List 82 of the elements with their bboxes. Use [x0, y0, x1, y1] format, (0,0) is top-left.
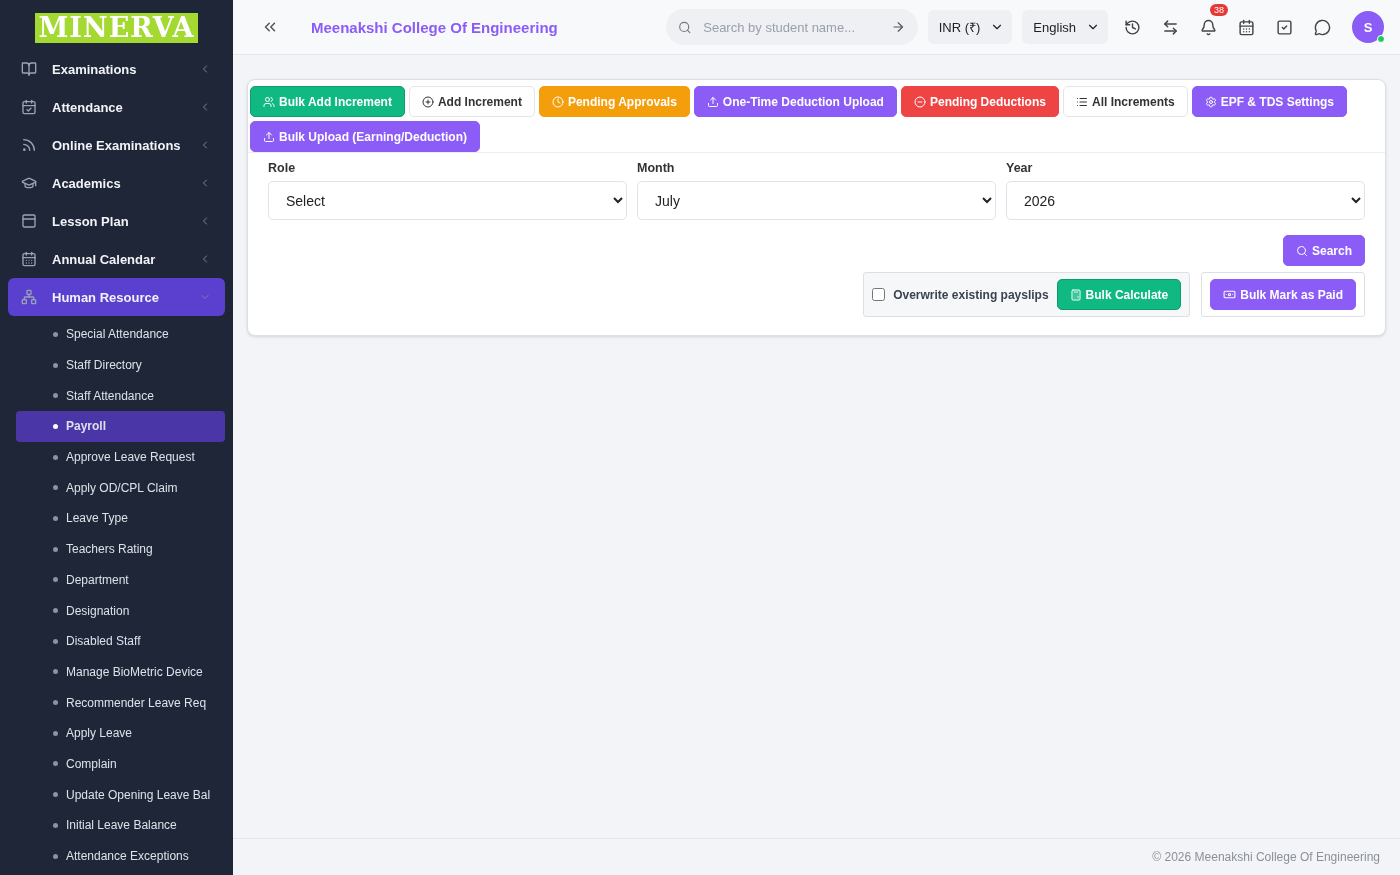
calendar-icon[interactable] — [1237, 18, 1255, 36]
submenu-item[interactable]: Approve Leave Request — [16, 441, 225, 473]
filter-label: Role — [268, 161, 297, 175]
submenu-item[interactable]: Apply Leave — [16, 717, 225, 749]
sidebar-item[interactable]: Lesson Plan — [8, 202, 225, 240]
checkbox-icon[interactable] — [1275, 18, 1293, 36]
college-title: Meenakshi College Of Engineering — [311, 18, 559, 36]
submenu-item[interactable]: Teachers Rating — [16, 533, 225, 565]
bell-icon[interactable] — [1199, 18, 1217, 36]
list-icon — [1075, 95, 1088, 108]
action-button[interactable]: All Increments — [1062, 86, 1188, 117]
submenu-item[interactable]: Attendance Exceptions — [16, 840, 225, 872]
submenu-item[interactable]: Designation — [16, 595, 225, 626]
sidebar-item[interactable]: Examinations — [8, 50, 225, 88]
minus-circle-icon — [913, 95, 926, 108]
action-button[interactable]: Add Increment — [408, 86, 535, 117]
sidebar-item[interactable]: Online Examinations — [8, 126, 225, 164]
history-icon[interactable] — [1123, 18, 1141, 36]
submenu-item[interactable]: Update Opening Leave Bal — [16, 779, 225, 810]
book-icon — [21, 61, 37, 77]
settings-icon — [1204, 95, 1217, 108]
calculator-icon — [1069, 288, 1082, 301]
search-icon — [677, 19, 692, 35]
submenu-item[interactable]: Department — [16, 564, 225, 596]
sidebar-item-label: Lesson Plan — [52, 213, 130, 229]
upload-icon — [263, 130, 275, 143]
submenu-item[interactable]: Manage BioMetric Device — [16, 656, 225, 688]
sidebar-item-label: Human Resource — [52, 289, 160, 305]
filter-label: Year — [1006, 161, 1034, 175]
filter-select[interactable]: Select — [268, 181, 627, 220]
submenu-item[interactable]: Payroll — [16, 411, 225, 442]
language-dropdown[interactable]: English — [1022, 10, 1108, 44]
submenu-item[interactable]: Staff Attendance — [16, 380, 225, 412]
rss-icon — [21, 137, 37, 153]
submenu-item[interactable]: Recommender Leave Req — [16, 687, 225, 718]
user-avatar[interactable]: S — [1352, 11, 1384, 43]
hierarchy-icon — [21, 289, 37, 305]
action-button[interactable]: Bulk Upload (Earning/Deduction) — [250, 121, 480, 152]
submenu-item[interactable]: Initial Leave Balance — [16, 810, 225, 841]
submenu-item[interactable]: Staff Directory — [16, 349, 225, 381]
clock-icon — [551, 95, 564, 108]
submenu-item[interactable]: Apply OD/CPL Claim — [16, 472, 225, 504]
bulk-mark-paid-button[interactable]: Bulk Mark as Paid — [1210, 279, 1356, 310]
sidebar-item-label: Annual Calendar — [52, 251, 157, 267]
action-button[interactable]: EPF & TDS Settings — [1191, 86, 1347, 117]
plus-circle-icon — [421, 95, 434, 108]
submenu-item[interactable]: Complain — [16, 748, 225, 780]
banknote-icon — [1223, 288, 1237, 301]
currency-dropdown[interactable]: INR (₹) — [927, 10, 1013, 44]
footer-text: © 2026 Meenakshi College Of Engineering — [233, 838, 1400, 875]
filter-select[interactable]: 2026 — [1006, 181, 1365, 220]
calendar-check-icon — [21, 99, 37, 115]
checkbox-label: Overwrite existing payslips — [893, 287, 1049, 302]
filter-label: Month — [637, 161, 676, 175]
sidebar-item-label: Online Examinations — [52, 137, 182, 153]
submenu-item[interactable]: Disabled Staff — [16, 625, 225, 657]
chat-icon[interactable] — [1313, 18, 1331, 36]
search-icon — [1295, 244, 1308, 257]
submenu-item[interactable]: Special Attendance — [16, 319, 225, 350]
sidebar-item-label: Examinations — [52, 61, 138, 77]
sidebar-item[interactable]: Academics — [8, 164, 225, 202]
submenu-item[interactable]: Leave Type — [16, 503, 225, 534]
notification-badge: 38 — [1210, 4, 1228, 16]
swap-icon[interactable] — [1161, 18, 1179, 36]
overwrite-checkbox[interactable] — [872, 288, 886, 301]
minerva-logo: MINERVA — [35, 13, 198, 43]
sidebar-item[interactable]: Human Resource — [8, 278, 225, 316]
sidebar-item-label: Attendance — [52, 99, 124, 115]
search-button[interactable]: Search — [1282, 235, 1365, 266]
sidebar-item-label: Academics — [52, 175, 122, 191]
search-input[interactable]: Search by student name... — [701, 18, 882, 36]
panel-icon — [21, 213, 37, 229]
sidebar-item[interactable]: Attendance — [8, 88, 225, 126]
action-button[interactable]: Pending Deductions — [900, 86, 1059, 117]
search-bar[interactable]: Search by student name... — [665, 9, 918, 45]
graduation-cap-icon — [21, 175, 37, 191]
upload-icon — [706, 95, 719, 108]
filter-select[interactable]: July — [637, 181, 996, 220]
calendar-icon — [21, 251, 37, 267]
action-button[interactable]: One-Time Deduction Upload — [693, 86, 897, 117]
sidebar-item[interactable]: Annual Calendar — [8, 240, 225, 278]
users-icon — [263, 95, 275, 108]
